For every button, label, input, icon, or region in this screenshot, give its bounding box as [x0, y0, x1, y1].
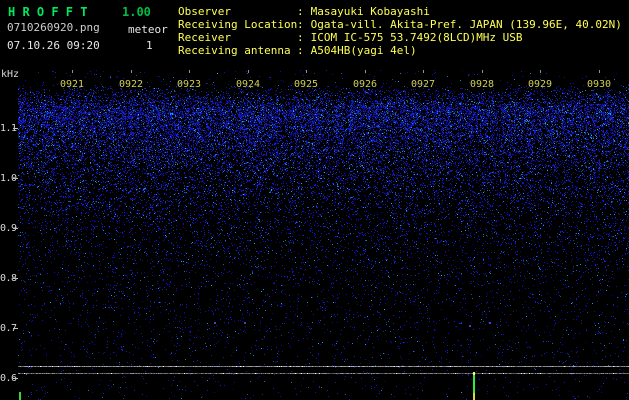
x-tick-label: 0922 — [118, 79, 144, 90]
spectrogram-canvas — [18, 70, 629, 400]
x-tick-label: 0928 — [469, 79, 495, 90]
x-tick-label: 0930 — [586, 79, 612, 90]
y-tick-mark — [13, 378, 18, 379]
x-tick-label: 0925 — [293, 79, 319, 90]
x-tick-label: 0921 — [59, 79, 85, 90]
x-tick-label: 0923 — [176, 79, 202, 90]
x-tick-label: 0926 — [352, 79, 378, 90]
y-tick-mark — [13, 228, 18, 229]
y-axis-unit-label: kHz — [1, 69, 19, 80]
y-tick-mark — [13, 328, 18, 329]
spectrogram: kHz 0921 0922 0923 0924 0925 0926 0927 0… — [0, 0, 629, 400]
y-tick-mark — [13, 128, 18, 129]
x-tick-label: 0927 — [410, 79, 436, 90]
y-tick-mark — [13, 278, 18, 279]
x-tick-label: 0924 — [235, 79, 261, 90]
x-tick-label: 0929 — [527, 79, 553, 90]
hrofft-output: H R O F F T 1.00 0710260920.png meteor 0… — [0, 0, 629, 400]
y-tick-mark — [13, 178, 18, 179]
